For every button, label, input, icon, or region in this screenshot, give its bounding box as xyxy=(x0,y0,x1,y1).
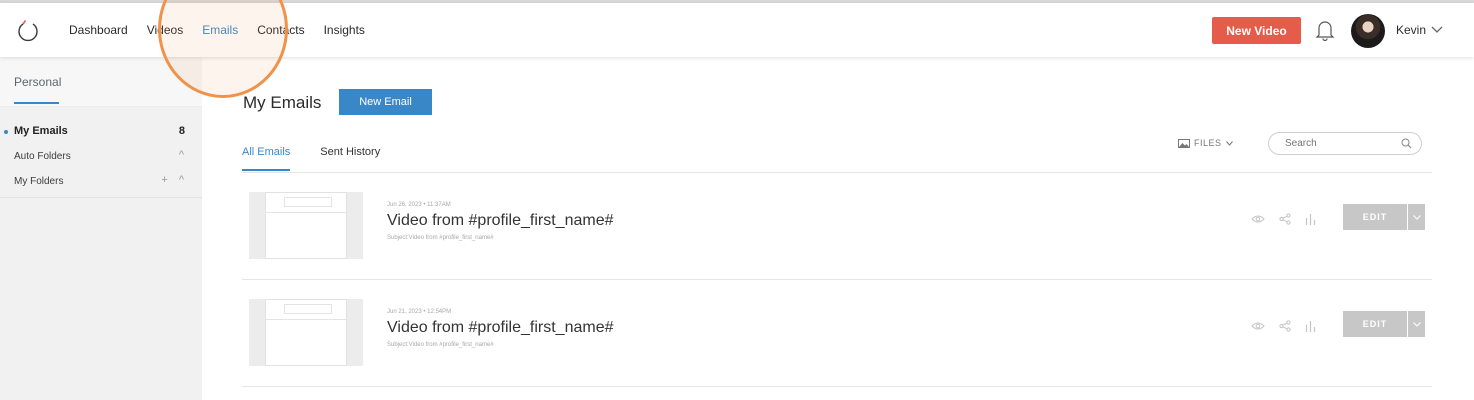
user-name[interactable]: Kevin xyxy=(1396,23,1426,37)
page-title: My Emails xyxy=(243,93,322,112)
edit-dropdown-button[interactable] xyxy=(1408,204,1425,230)
chevron-down-icon xyxy=(1225,140,1233,146)
sidebar-tab-personal[interactable]: Personal xyxy=(14,75,61,89)
sidebar-tabs: Personal xyxy=(0,57,202,107)
sidebar: Personal My Emails 8 Auto Folders ^ My F… xyxy=(0,57,202,400)
email-tabs: All Emails Sent History xyxy=(242,146,410,171)
email-thumbnail[interactable] xyxy=(249,192,363,259)
email-subject: Subject:Video from #profile_first_name# xyxy=(387,342,494,348)
email-row[interactable]: Jun 26, 2023 • 11:37AM Video from #profi… xyxy=(242,173,1432,280)
search-icon[interactable] xyxy=(1401,138,1412,149)
top-navigation-bar: Dashboard Videos Emails Contacts Insight… xyxy=(0,3,1474,57)
chevron-down-icon[interactable] xyxy=(1431,25,1443,35)
new-email-button[interactable]: New Email xyxy=(339,89,432,115)
bar-chart-icon[interactable] xyxy=(1305,320,1316,332)
add-collapse-icons[interactable]: + ^ xyxy=(161,174,188,186)
sidebar-item-label: Auto Folders xyxy=(14,151,71,162)
files-filter-dropdown[interactable]: FILES xyxy=(1178,138,1237,148)
thumbnail-rule xyxy=(266,319,346,320)
sidebar-item-my-folders[interactable]: My Folders + ^ xyxy=(0,170,202,195)
thumbnail-rule xyxy=(266,212,346,213)
collapse-icon[interactable]: ^ xyxy=(179,149,188,161)
image-icon xyxy=(1178,138,1190,148)
email-row[interactable]: Jun 21, 2023 • 12:54PM Video from #profi… xyxy=(242,280,1432,387)
nav-dashboard[interactable]: Dashboard xyxy=(69,23,128,37)
thumbnail-page xyxy=(265,299,347,366)
share-icon[interactable] xyxy=(1279,320,1291,332)
nav-videos[interactable]: Videos xyxy=(147,23,183,37)
edit-button[interactable]: EDIT xyxy=(1343,311,1407,337)
logo-icon[interactable] xyxy=(16,18,40,42)
thumbnail-page xyxy=(265,192,347,259)
active-dot xyxy=(4,130,8,134)
thumbnail-header xyxy=(284,197,332,207)
active-tab-indicator xyxy=(14,102,59,104)
eye-icon[interactable] xyxy=(1251,321,1265,331)
avatar[interactable] xyxy=(1351,14,1385,48)
email-subject: Subject:Video from #profile_first_name# xyxy=(387,235,494,241)
files-filter-label: FILES xyxy=(1194,138,1222,148)
main-content: My Emails New Email All Emails Sent Hist… xyxy=(202,57,1474,400)
email-title[interactable]: Video from #profile_first_name# xyxy=(387,212,614,230)
new-video-button[interactable]: New Video xyxy=(1212,17,1301,44)
row-actions xyxy=(1251,320,1330,332)
tab-sent-history[interactable]: Sent History xyxy=(320,146,380,158)
bar-chart-icon[interactable] xyxy=(1305,213,1316,225)
row-actions xyxy=(1251,213,1330,225)
search-input[interactable] xyxy=(1268,132,1422,155)
email-thumbnail[interactable] xyxy=(249,299,363,366)
share-icon[interactable] xyxy=(1279,213,1291,225)
thumbnail-header xyxy=(284,304,332,314)
sidebar-item-auto-folders[interactable]: Auto Folders ^ xyxy=(0,145,202,170)
sidebar-item-label: My Folders xyxy=(14,176,64,187)
nav-emails[interactable]: Emails xyxy=(202,23,238,37)
sidebar-item-count: 8 xyxy=(178,125,185,137)
eye-icon[interactable] xyxy=(1251,214,1265,224)
bell-icon[interactable] xyxy=(1315,19,1335,41)
email-date: Jun 21, 2023 • 12:54PM xyxy=(387,309,452,315)
nav-insights[interactable]: Insights xyxy=(324,23,365,37)
sidebar-item-my-emails[interactable]: My Emails 8 xyxy=(0,120,202,145)
main-nav: Dashboard Videos Emails Contacts Insight… xyxy=(69,3,384,57)
email-title[interactable]: Video from #profile_first_name# xyxy=(387,319,614,337)
sidebar-item-label: My Emails xyxy=(14,125,68,137)
nav-contacts[interactable]: Contacts xyxy=(257,23,304,37)
tab-all-emails[interactable]: All Emails xyxy=(242,146,291,171)
sidebar-list: My Emails 8 Auto Folders ^ My Folders + … xyxy=(0,107,202,195)
chevron-down-icon xyxy=(1412,321,1421,327)
edit-button[interactable]: EDIT xyxy=(1343,204,1407,230)
email-date: Jun 26, 2023 • 11:37AM xyxy=(387,202,451,208)
chevron-down-icon xyxy=(1412,214,1421,220)
edit-dropdown-button[interactable] xyxy=(1408,311,1425,337)
divider xyxy=(0,197,202,198)
